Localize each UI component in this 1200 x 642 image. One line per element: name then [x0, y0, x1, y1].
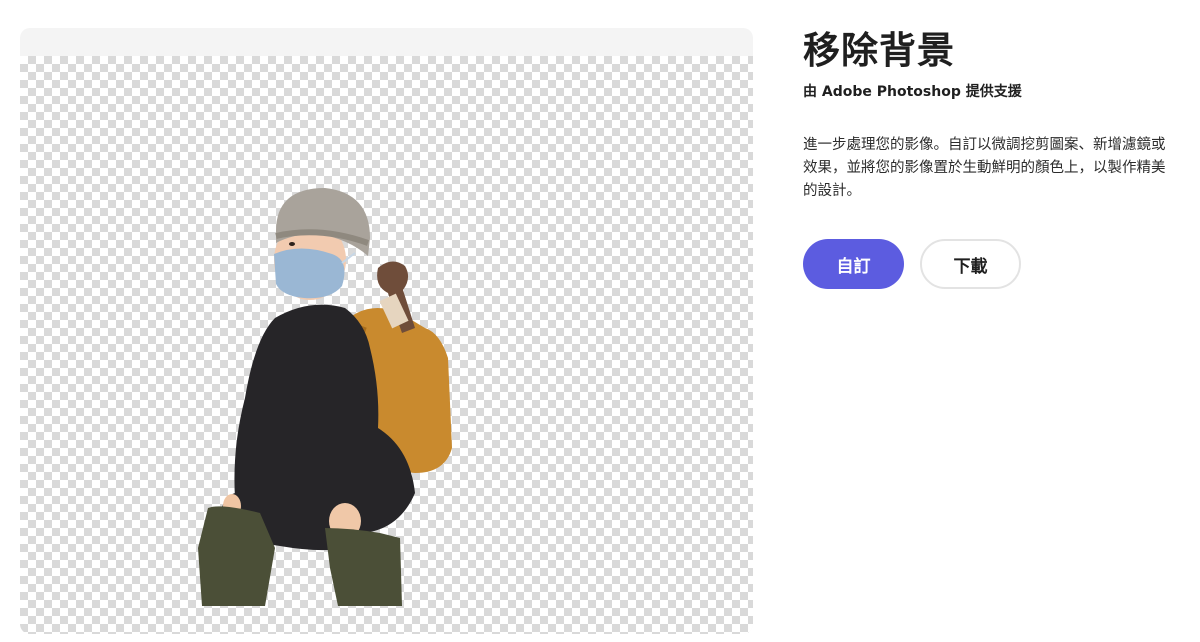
cutout-subject-image	[198, 188, 452, 606]
image-preview-panel	[20, 28, 753, 634]
download-button[interactable]: 下載	[920, 239, 1021, 289]
page-title: 移除背景	[803, 29, 955, 72]
info-panel: 移除背景 由 Adobe Photoshop 提供支援 進一步處理您的影像。自訂…	[803, 28, 1173, 289]
action-buttons: 自訂 下載	[803, 239, 1173, 289]
feature-description: 進一步處理您的影像。自訂以微調挖剪圖案、新增濾鏡或效果，並將您的影像置於生動鮮明…	[803, 137, 1166, 199]
pants	[198, 506, 275, 606]
powered-by-text: 由 Adobe Photoshop 提供支援	[803, 84, 1022, 100]
face-mask	[274, 248, 345, 299]
customize-button[interactable]: 自訂	[803, 239, 904, 289]
